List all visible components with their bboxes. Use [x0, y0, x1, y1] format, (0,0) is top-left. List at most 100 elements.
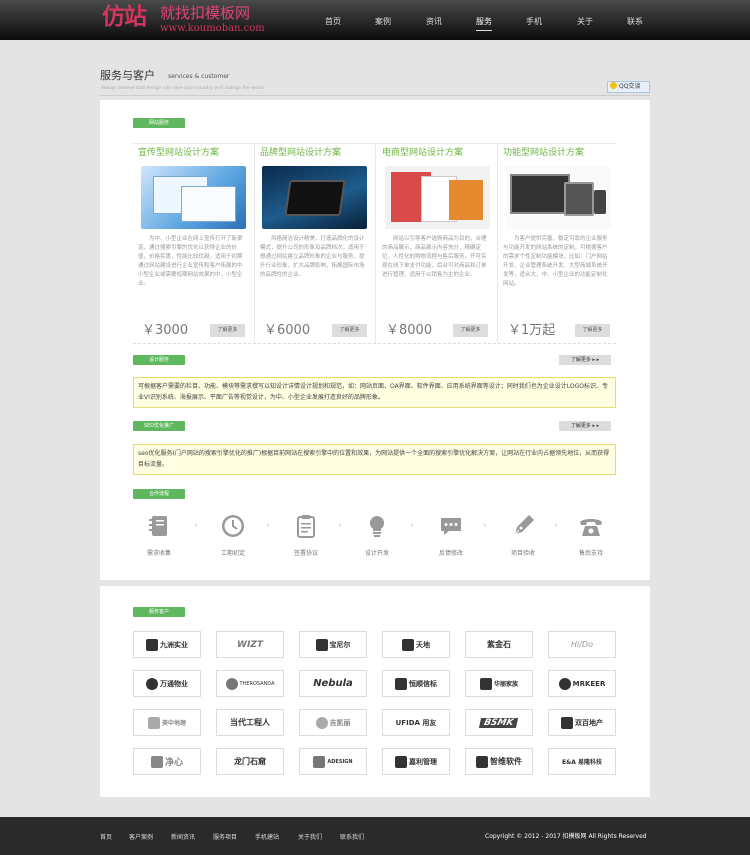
client-logo[interactable]: WIZT — [216, 631, 284, 658]
step-label: 工期初定 — [220, 550, 245, 557]
clipboard-icon — [297, 515, 315, 538]
title-divider — [100, 95, 650, 96]
client-logo[interactable]: E&A 易隆科技 — [548, 748, 616, 775]
chevron-right-icon: › — [483, 521, 487, 531]
package-more-button[interactable]: 了解更多 — [210, 324, 245, 337]
nav-contact[interactable]: 联系 — [627, 16, 643, 28]
client-logo[interactable]: 天地 — [382, 631, 450, 658]
chevron-right-icon: › — [194, 521, 198, 531]
logo-main-text[interactable]: 仿站 — [102, 3, 147, 31]
package-price: ￥3000 — [142, 323, 189, 338]
nav-cases[interactable]: 案例 — [375, 16, 391, 28]
package-description: 为中、小型企业在网上宣传打开了新渠道，通过搜索引擎的优化以获得企业的价值，价格实… — [138, 236, 243, 287]
package-description: 为客户提供完善、稳定可靠的企业服务与功能开发的网站系统的定制，可根据客户的需求个… — [503, 236, 608, 287]
package-image — [385, 166, 490, 229]
nav-news[interactable]: 资讯 — [426, 16, 442, 28]
footer-link-contact[interactable]: 联系我们 — [340, 832, 364, 841]
package-more-button[interactable]: 了解更多 — [453, 324, 488, 337]
logo-url: www.koumoban.com — [160, 23, 265, 34]
footer-link-mobile[interactable]: 手机建站 — [255, 832, 279, 841]
client-logo-mark — [150, 755, 163, 768]
package-image — [262, 166, 367, 229]
package-more-button[interactable]: 了解更多 — [575, 324, 610, 337]
footer-link-services[interactable]: 服务项目 — [213, 832, 237, 841]
footer-link-cases[interactable]: 客户案例 — [129, 832, 153, 841]
package-title[interactable]: 品牌型网站设计方案 — [260, 147, 375, 159]
client-logo[interactable]: THEROSANDA — [216, 670, 284, 697]
page-title-en: services & customer — [168, 73, 230, 80]
client-logo[interactable]: 万通物业 — [133, 670, 201, 697]
client-logo-mark — [402, 638, 414, 651]
copyright-text: Copyright © 2012 - 2017 扣模板网 All Rights … — [485, 833, 647, 840]
notebook-icon — [149, 516, 167, 536]
client-logo[interactable]: 紫金石 — [465, 631, 533, 658]
design-more-button[interactable]: 了解更多 ▸ ▸ — [559, 355, 611, 365]
client-logo[interactable]: 智维软件 — [465, 748, 533, 775]
step-label: 签署协议 — [293, 550, 318, 557]
flow-tag: 合作流程 — [133, 489, 185, 499]
client-logo[interactable]: 净心 — [133, 748, 201, 775]
client-logo[interactable]: 宝尼尔 — [299, 631, 367, 658]
client-logo[interactable]: 双百地产 — [548, 709, 616, 736]
nav-services[interactable]: 服务 — [476, 16, 492, 31]
client-logo-mark — [225, 677, 238, 690]
nav-mobile[interactable]: 手机 — [526, 16, 542, 28]
client-logo-mark — [395, 677, 407, 690]
footer-link-about[interactable]: 关于我们 — [298, 832, 322, 841]
client-logo-mark — [146, 677, 158, 690]
package-description: 风格简洁设计精美，打造品牌化的设计模式，提升公司的形象及品牌档次；适用于想通过网… — [260, 236, 365, 278]
clients-tag: 服务客户 — [133, 607, 185, 617]
nav-about[interactable]: 关于 — [577, 16, 593, 28]
package-title[interactable]: 电商型网站设计方案 — [382, 147, 497, 159]
qq-label: QQ交谈 — [619, 83, 641, 90]
chevron-right-icon: › — [266, 521, 270, 531]
chevron-right-icon: › — [554, 521, 558, 531]
phone-icon — [580, 519, 602, 536]
client-logo[interactable]: 龙门石窟 — [216, 748, 284, 775]
client-logo[interactable]: 吉凯丽 — [299, 709, 367, 736]
client-logo-mark — [146, 638, 158, 651]
package-card-function: 功能型网站设计方案 为客户提供完善、稳定可靠的企业服务与功能开发的网站系统的定制… — [503, 147, 618, 343]
package-divider — [375, 144, 376, 343]
package-price: ￥6000 — [264, 323, 311, 338]
logo-slogan: 就找扣模板网 — [160, 4, 251, 22]
client-logo[interactable]: 当代工程人 — [216, 709, 284, 736]
client-logo[interactable]: MRKEER — [548, 670, 616, 697]
package-price: ￥8000 — [386, 323, 433, 338]
chat-icon — [441, 518, 461, 535]
package-title[interactable]: 宣传型网站设计方案 — [138, 147, 253, 159]
client-logo[interactable]: Hi/Do — [548, 631, 616, 658]
footer-link-news[interactable]: 新闻资讯 — [171, 832, 195, 841]
package-price: ￥1万起 — [508, 323, 556, 338]
clock-icon — [222, 515, 244, 537]
package-title[interactable]: 功能型网站设计方案 — [503, 147, 618, 159]
client-logo[interactable]: 美中地理 — [133, 709, 201, 736]
client-logo-mark — [561, 716, 573, 729]
client-logo[interactable]: BSMK — [465, 709, 533, 736]
client-logo[interactable]: UFIDA 用友 — [382, 709, 450, 736]
package-card-promo: 宣传型网站设计方案 为中、小型企业在网上宣传打开了新渠道，通过搜索引擎的优化以获… — [138, 147, 253, 343]
qq-icon — [610, 82, 617, 89]
footer-link-home[interactable]: 首页 — [100, 832, 112, 841]
client-logo-grid: 九洲实业 WIZT 宝尼尔 天地 紫金石 Hi/Do 万通物业 THEROSAN… — [133, 631, 617, 775]
package-description: 网站以引导客户选购商品为目的，合理的商品展示，商品展示内容充分，精确定位，人性化… — [382, 236, 487, 278]
nav-home[interactable]: 首页 — [325, 16, 341, 28]
client-logo-mark — [558, 677, 571, 690]
seo-tag: SEO优化推广 — [133, 421, 185, 431]
design-services-text: 可根据客户需要的栏目、功能、模块等需求撰写以知设计详情设计规划和规范，如：网站页… — [133, 377, 616, 408]
seo-more-button[interactable]: 了解更多 ▸ ▸ — [559, 421, 611, 431]
client-logo[interactable]: 嘉利管理 — [382, 748, 450, 775]
package-more-button[interactable]: 了解更多 — [332, 324, 367, 337]
client-logo-mark — [147, 716, 160, 729]
client-logo[interactable]: 华丽家族 — [465, 670, 533, 697]
lightbulb-icon — [369, 515, 385, 537]
client-logo[interactable]: Nebula — [299, 670, 367, 697]
package-card-brand: 品牌型网站设计方案 风格简洁设计精美，打造品牌化的设计模式，提升公司的形象及品牌… — [260, 147, 375, 343]
page-subtitle: Always believe that design can save your… — [101, 86, 264, 91]
client-logo[interactable]: ADESIGN — [299, 748, 367, 775]
qq-chat-button[interactable]: QQ交谈 — [607, 81, 650, 93]
client-logo[interactable]: 恒顺信标 — [382, 670, 450, 697]
page-title: 服务与客户 — [100, 69, 155, 82]
client-logo-mark — [476, 755, 488, 768]
client-logo[interactable]: 九洲实业 — [133, 631, 201, 658]
